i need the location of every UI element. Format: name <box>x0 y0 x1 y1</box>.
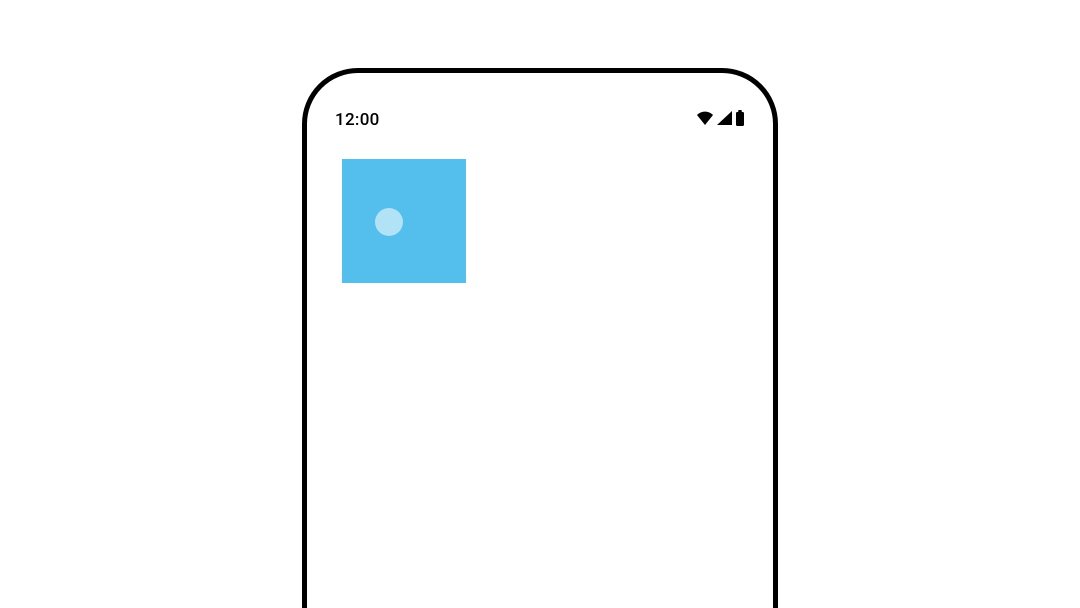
stage: 12:00 <box>0 0 1080 608</box>
battery-icon <box>735 110 745 131</box>
status-time: 12:00 <box>335 110 380 130</box>
wifi-icon <box>696 110 714 130</box>
cellular-signal-icon <box>716 110 733 130</box>
status-bar: 12:00 <box>335 109 745 131</box>
phone-frame: 12:00 <box>302 68 778 608</box>
status-icons <box>696 110 745 131</box>
touch-ripple-indicator <box>375 208 403 236</box>
draggable-box[interactable] <box>342 159 466 283</box>
